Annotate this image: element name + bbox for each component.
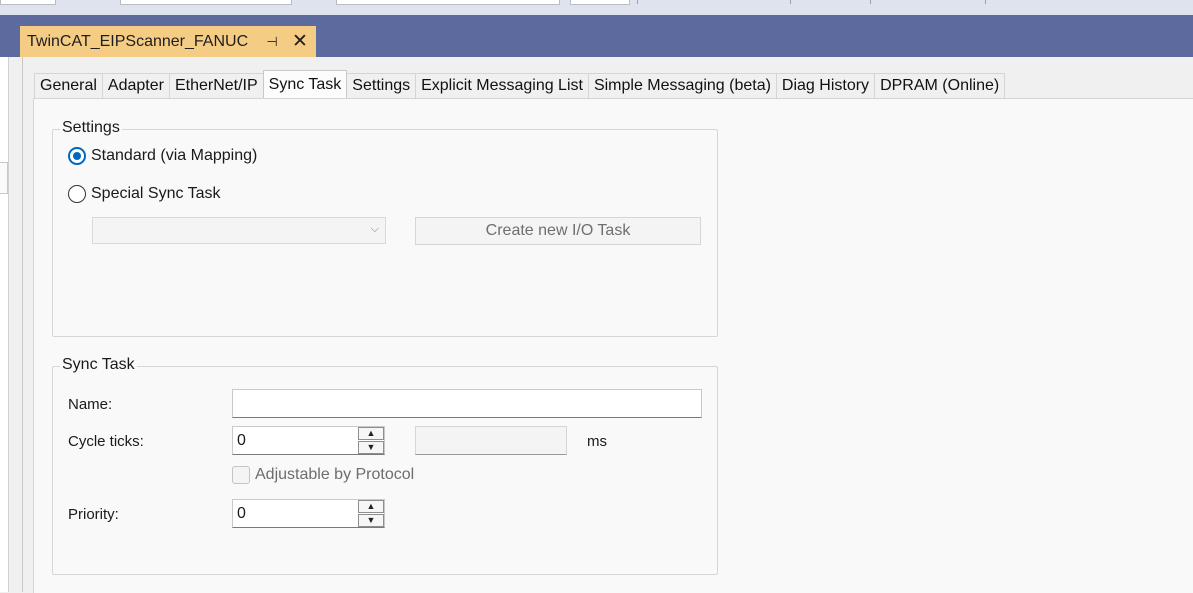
spin-down-icon[interactable]: ▼ bbox=[358, 514, 384, 527]
tab-explicit-messaging-list[interactable]: Explicit Messaging List bbox=[415, 73, 589, 98]
tab-diag-history[interactable]: Diag History bbox=[775, 73, 876, 98]
spin-up-icon[interactable]: ▲ bbox=[358, 427, 384, 440]
priority-label: Priority: bbox=[68, 506, 119, 523]
radio-unchecked-icon bbox=[68, 185, 86, 203]
tab-dpram-online[interactable]: DPRAM (Online) bbox=[874, 73, 1006, 98]
left-side-panel bbox=[0, 57, 9, 592]
tab-adapter[interactable]: Adapter bbox=[101, 73, 170, 98]
toolbar-separator bbox=[790, 0, 791, 4]
tab-strip: General Adapter EtherNet/IP Sync Task Se… bbox=[34, 70, 1006, 98]
toolbar-combo-2[interactable] bbox=[336, 0, 560, 5]
chevron-down-icon: ⌵ bbox=[370, 223, 379, 235]
create-new-io-task-button[interactable]: Create new I/O Task bbox=[415, 217, 701, 245]
checkbox-box bbox=[232, 466, 250, 484]
adjustable-label: Adjustable by Protocol bbox=[255, 466, 415, 483]
cycle-ms-field bbox=[415, 426, 567, 455]
toolbar-separator bbox=[870, 0, 871, 4]
toolbar-combo[interactable] bbox=[120, 0, 292, 5]
editor-content: General Adapter EtherNet/IP Sync Task Se… bbox=[22, 57, 1193, 593]
document-tab[interactable]: TwinCAT_EIPScanner_FANUC ⊣ ✕ bbox=[20, 26, 316, 57]
cycle-ticks-stepper[interactable]: ▲ ▼ bbox=[358, 427, 384, 454]
spin-up-icon[interactable]: ▲ bbox=[358, 500, 384, 513]
ide-top-strip bbox=[0, 0, 1193, 15]
ms-label: ms bbox=[587, 433, 607, 450]
radio-standard-label: Standard (via Mapping) bbox=[91, 147, 258, 164]
tab-ethernet-ip[interactable]: EtherNet/IP bbox=[168, 73, 264, 98]
toolbar-separator bbox=[637, 0, 638, 4]
radio-standard-via-mapping[interactable]: Standard (via Mapping) bbox=[68, 147, 257, 165]
sync-task-group-legend: Sync Task bbox=[60, 356, 137, 374]
sync-task-page: Settings Standard (via Mapping) Special … bbox=[33, 98, 1193, 593]
adjustable-by-protocol-checkbox[interactable]: Adjustable by Protocol bbox=[232, 466, 414, 484]
priority-stepper[interactable]: ▲ ▼ bbox=[358, 500, 384, 527]
radio-checked-icon bbox=[68, 147, 86, 165]
name-label: Name: bbox=[68, 396, 113, 413]
tab-general[interactable]: General bbox=[34, 73, 103, 98]
settings-group: Settings Standard (via Mapping) Special … bbox=[52, 119, 718, 337]
name-input[interactable] bbox=[232, 389, 702, 418]
tab-sync-task[interactable]: Sync Task bbox=[262, 70, 348, 98]
spin-down-icon[interactable]: ▼ bbox=[358, 441, 384, 454]
pin-icon[interactable]: ⊣ bbox=[262, 34, 282, 50]
toolbar-box-2[interactable] bbox=[570, 0, 630, 5]
task-select[interactable]: ⌵ bbox=[92, 217, 386, 244]
cycle-ticks-label: Cycle ticks: bbox=[68, 433, 144, 450]
side-panel-handle[interactable] bbox=[0, 162, 8, 194]
settings-group-legend: Settings bbox=[60, 119, 122, 137]
tab-simple-messaging[interactable]: Simple Messaging (beta) bbox=[587, 73, 777, 98]
radio-special-label: Special Sync Task bbox=[91, 185, 221, 202]
tab-settings[interactable]: Settings bbox=[346, 73, 417, 98]
sync-task-group: Sync Task Name: Cycle ticks: 0 ▲ ▼ ms Ad… bbox=[52, 356, 718, 575]
document-tab-title: TwinCAT_EIPScanner_FANUC bbox=[27, 32, 249, 50]
toolbar-box[interactable] bbox=[0, 0, 56, 5]
toolbar-separator bbox=[985, 0, 986, 4]
close-icon[interactable]: ✕ bbox=[290, 32, 310, 51]
radio-special-sync-task[interactable]: Special Sync Task bbox=[68, 185, 221, 203]
